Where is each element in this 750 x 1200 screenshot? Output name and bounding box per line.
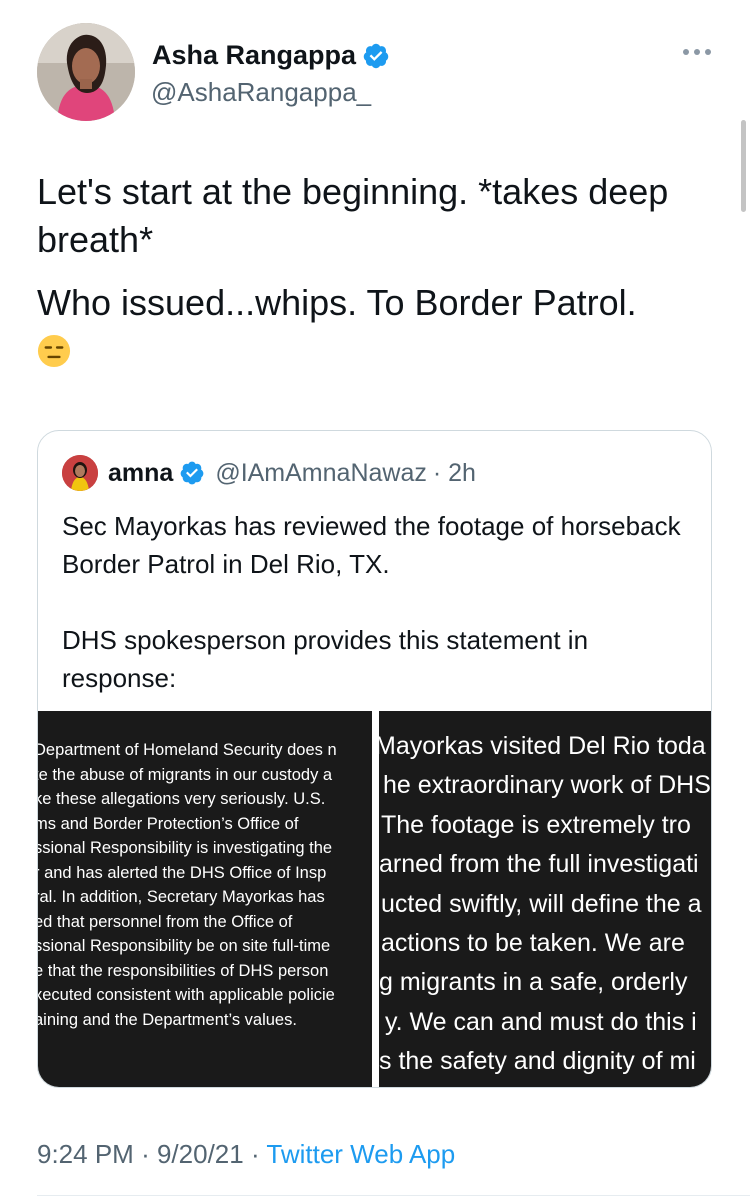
quoted-paragraph: Sec Mayorkas has reviewed the footage of… [62, 511, 681, 579]
expressionless-face-emoji-icon [37, 334, 71, 368]
statement-right-line: actions to be taken. We are [381, 929, 685, 957]
tweet-paragraph: Let's start at the beginning. *takes dee… [37, 171, 669, 260]
tweet-metadata: 9:24 PM · 9/20/21 · Twitter Web App [37, 1139, 455, 1170]
separator: · [141, 1139, 150, 1169]
scrollbar[interactable] [741, 120, 746, 212]
statement-right-line: The footage is extremely tro [381, 810, 691, 839]
statement-image-right[interactable]: Mayorkas visited Del Rio toda he extraord… [379, 711, 711, 1087]
statement-left-line: Department of Homeland Security does n [38, 741, 337, 759]
statement-left-line: ke these allegations very seriously. U.S… [38, 790, 326, 808]
separator: · [250, 1139, 260, 1169]
statement-left-line: r and has alerted the DHS Office of Insp [38, 863, 327, 882]
quoted-tweet[interactable]: amna @IAmAmnaNawaz · 2h Sec Mayorkas has… [37, 430, 712, 1088]
statement-right-line: g migrants in a safe, orderly [379, 968, 688, 997]
statement-left-line: ssional Responsibility is investigating … [38, 839, 333, 857]
more-options-icon[interactable] [680, 44, 714, 60]
quoted-media[interactable]: Department of Homeland Security does n te… [38, 711, 711, 1087]
quoted-tweet-header: amna @IAmAmnaNawaz · 2h [62, 453, 476, 493]
author-handle[interactable]: @AshaRangappa_ [151, 77, 371, 108]
quoted-display-name: amna [108, 458, 174, 487]
quoted-timestamp: · 2h [432, 458, 476, 487]
statement-left-line: ms and Border Protection’s Office of [38, 814, 299, 833]
verified-badge-icon [363, 43, 389, 68]
author-display-name[interactable]: Asha Rangappa [152, 40, 356, 71]
statement-left-line: ed that personnel from the Office of [38, 912, 293, 931]
quoted-paragraph: DHS spokesperson provides this statement… [62, 625, 589, 693]
statement-left-line: te the abuse of migrants in our custody … [38, 765, 333, 784]
quoted-author-avatar [62, 455, 98, 491]
author-avatar[interactable] [37, 23, 135, 121]
divider [37, 1195, 750, 1196]
tweet-time[interactable]: 9:24 PM [37, 1139, 134, 1169]
statement-left-line: ral. In addition, Secretary Mayorkas has [38, 888, 325, 906]
statement-image-left[interactable]: Department of Homeland Security does n te… [38, 711, 372, 1087]
tweet-date[interactable]: 9/20/21 [157, 1139, 244, 1169]
tweet-text: Let's start at the beginning. *takes dee… [37, 168, 717, 375]
statement-left-line: ssional Responsibility be on site full-t… [38, 937, 331, 955]
source-app-link[interactable]: Twitter Web App [266, 1139, 455, 1169]
quoted-tweet-text: Sec Mayorkas has reviewed the footage of… [62, 507, 692, 735]
statement-right-line: y. We can and must do this i [385, 1007, 697, 1036]
statement-right-line: Mayorkas visited Del Rio toda [379, 732, 706, 760]
statement-right-line: he extraordinary work of DHS [383, 771, 711, 800]
statement-left-line: aining and the Department’s values. [38, 1010, 297, 1029]
statement-left-line: e that the responsibilities of DHS perso… [38, 961, 329, 980]
statement-right-line: arned from the full investigati [379, 850, 699, 879]
verified-badge-icon [180, 461, 204, 485]
statement-right-line: s the safety and dignity of mi [379, 1047, 696, 1076]
statement-left-line: xecuted consistent with applicable polic… [38, 986, 335, 1004]
tweet-paragraph: Who issued...whips. To Border Patrol. [37, 282, 637, 323]
statement-right-line: ucted swiftly, will define the a [381, 889, 702, 918]
quoted-handle: @IAmAmnaNawaz [215, 458, 427, 487]
